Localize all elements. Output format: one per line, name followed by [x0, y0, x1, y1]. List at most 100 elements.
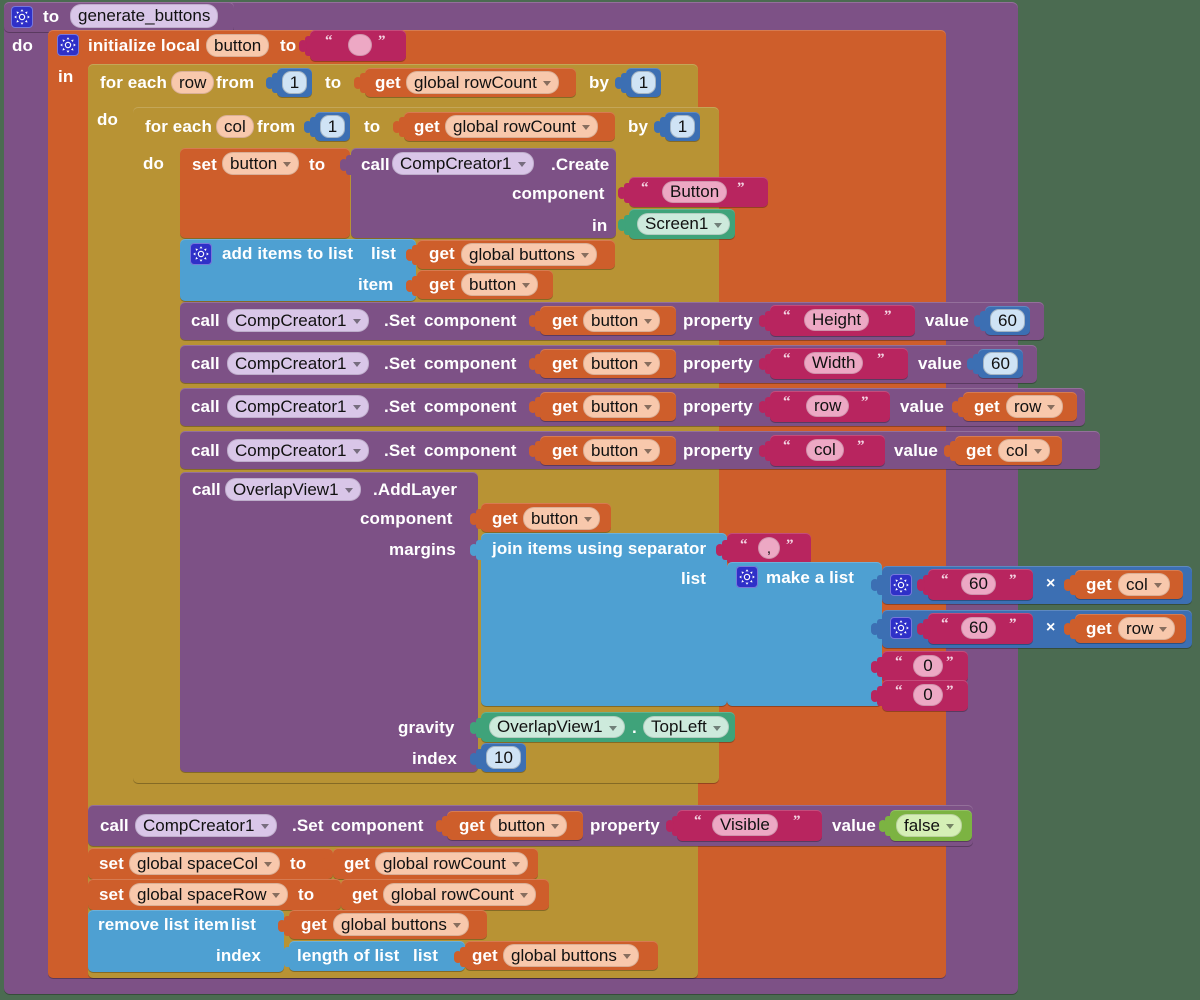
chevron-down-icon[interactable]: [712, 725, 721, 731]
col-to-var-field[interactable]: global rowCount: [445, 115, 598, 138]
blocks-canvas[interactable]: to generate_buttons do initialize local …: [0, 0, 1200, 1000]
set-call-component-field[interactable]: CompCreator1: [227, 395, 369, 418]
set-call-property-value-field[interactable]: Height: [804, 309, 870, 331]
chevron-down-icon[interactable]: [644, 449, 653, 454]
col-by-value-field[interactable]: 1: [670, 115, 695, 138]
create-component-arg-label: component: [512, 184, 605, 203]
gravity-component-field[interactable]: OverlapView1: [489, 716, 625, 738]
chevron-down-icon[interactable]: [1159, 627, 1168, 632]
row-by-value-field[interactable]: 1: [631, 71, 656, 94]
gravity-value-field[interactable]: TopLeft: [643, 716, 729, 738]
set-global-var-field[interactable]: global spaceCol: [129, 852, 280, 875]
chevron-down-icon[interactable]: [1047, 405, 1056, 410]
set-call-component-var-field[interactable]: button: [583, 395, 661, 418]
gear-icon[interactable]: [190, 243, 212, 265]
col-from-value-field[interactable]: 1: [320, 115, 345, 138]
set-call-property-value-field[interactable]: Width: [804, 352, 864, 374]
chevron-down-icon[interactable]: [1033, 449, 1042, 454]
chevron-down-icon[interactable]: [644, 362, 653, 367]
set-call-component-field[interactable]: CompCreator1: [227, 309, 369, 332]
length-list-var-field[interactable]: global buttons: [503, 944, 639, 967]
chevron-down-icon[interactable]: [945, 824, 954, 829]
chevron-down-icon[interactable]: [584, 517, 593, 522]
join-separator-field[interactable]: ,: [758, 537, 780, 559]
set-call-component-field[interactable]: CompCreator1: [227, 439, 369, 462]
chevron-down-icon[interactable]: [608, 725, 617, 731]
length-list-var-text: global buttons: [511, 945, 617, 965]
set-visible-component-arg-label: component: [331, 816, 424, 835]
for-each-col-var-field[interactable]: col: [216, 115, 254, 138]
chevron-down-icon[interactable]: [551, 824, 560, 829]
set-call-property-value-field[interactable]: col: [806, 439, 844, 461]
row-from-value-field[interactable]: 1: [282, 71, 307, 94]
multiply-left-value-field[interactable]: 60: [961, 573, 996, 595]
remove-list-var-field[interactable]: global buttons: [333, 913, 469, 936]
chevron-down-icon[interactable]: [352, 319, 361, 324]
add-items-item-var-field[interactable]: button: [461, 273, 539, 296]
initialize-local-label: initialize local: [88, 36, 201, 55]
gear-icon[interactable]: [890, 574, 912, 596]
set-call-component-get-label: get: [552, 441, 578, 460]
procedure-name-field[interactable]: generate_buttons: [70, 4, 219, 28]
for-each-row-var-field[interactable]: row: [171, 71, 215, 94]
set-global-get-var-field[interactable]: global rowCount: [383, 883, 536, 906]
chevron-down-icon[interactable]: [352, 405, 361, 410]
chevron-down-icon[interactable]: [263, 862, 272, 867]
create-component-field[interactable]: CompCreator1: [392, 152, 534, 175]
chevron-down-icon[interactable]: [283, 162, 292, 167]
set-visible-value-field[interactable]: false: [896, 814, 962, 837]
set-call-component-field[interactable]: CompCreator1: [227, 352, 369, 375]
gear-icon[interactable]: [11, 6, 33, 28]
list-item-value-field[interactable]: 0: [913, 655, 943, 677]
chevron-down-icon[interactable]: [260, 824, 269, 829]
set-call-property-value-field[interactable]: row: [806, 395, 850, 417]
set-button-var-field[interactable]: button: [222, 152, 300, 175]
set-visible-component-field[interactable]: CompCreator1: [135, 814, 277, 837]
add-items-list-var-field[interactable]: global buttons: [461, 243, 597, 266]
set-visible-property-value-field[interactable]: Visible: [712, 814, 778, 836]
list-item-value-field[interactable]: 0: [913, 684, 943, 706]
chevron-down-icon[interactable]: [352, 449, 361, 454]
chevron-down-icon[interactable]: [1153, 583, 1162, 588]
set-visible-component-var-field[interactable]: button: [490, 814, 568, 837]
row-to-var-field[interactable]: global rowCount: [406, 71, 559, 94]
gear-icon[interactable]: [736, 566, 758, 588]
chevron-down-icon[interactable]: [644, 319, 653, 324]
set-call-value-var-field[interactable]: col: [998, 439, 1050, 462]
chevron-down-icon[interactable]: [352, 362, 361, 367]
chevron-down-icon[interactable]: [542, 81, 551, 86]
chevron-down-icon[interactable]: [644, 405, 653, 410]
chevron-down-icon[interactable]: [517, 162, 526, 167]
create-arg2-value-field[interactable]: Screen1: [637, 213, 731, 235]
plug: [470, 718, 486, 738]
multiply-right-var-field[interactable]: row: [1118, 617, 1176, 640]
multiply-left-value-field[interactable]: 60: [961, 617, 996, 639]
addlayer-component-field[interactable]: OverlapView1: [225, 478, 361, 501]
set-call-component-var-field[interactable]: button: [583, 352, 661, 375]
gear-icon[interactable]: [57, 34, 79, 56]
chevron-down-icon[interactable]: [580, 253, 589, 258]
chevron-down-icon[interactable]: [452, 923, 461, 928]
gear-icon[interactable]: [890, 617, 912, 639]
chevron-down-icon[interactable]: [344, 488, 353, 493]
index-value-field[interactable]: 10: [486, 746, 521, 769]
chevron-down-icon[interactable]: [519, 893, 528, 898]
chevron-down-icon[interactable]: [272, 893, 281, 898]
chevron-down-icon[interactable]: [622, 954, 631, 959]
local-var-field[interactable]: button: [206, 34, 270, 57]
chevron-down-icon[interactable]: [511, 862, 520, 867]
chevron-down-icon[interactable]: [581, 125, 590, 130]
set-call-component-var-field[interactable]: button: [583, 309, 661, 332]
set-global-get-var-field[interactable]: global rowCount: [375, 852, 528, 875]
create-arg1-value-field[interactable]: Button: [662, 181, 728, 203]
local-init-value-field[interactable]: [348, 34, 372, 56]
set-global-var-field[interactable]: global spaceRow: [129, 883, 289, 906]
set-call-value-field[interactable]: 60: [983, 352, 1018, 375]
chevron-down-icon[interactable]: [522, 283, 531, 288]
set-call-value-var-field[interactable]: row: [1006, 395, 1064, 418]
set-call-component-var-field[interactable]: button: [583, 439, 661, 462]
set-call-value-field[interactable]: 60: [990, 309, 1025, 332]
chevron-down-icon[interactable]: [714, 222, 723, 228]
addlayer-component-var-field[interactable]: button: [523, 507, 601, 530]
multiply-right-var-field[interactable]: col: [1118, 573, 1170, 596]
